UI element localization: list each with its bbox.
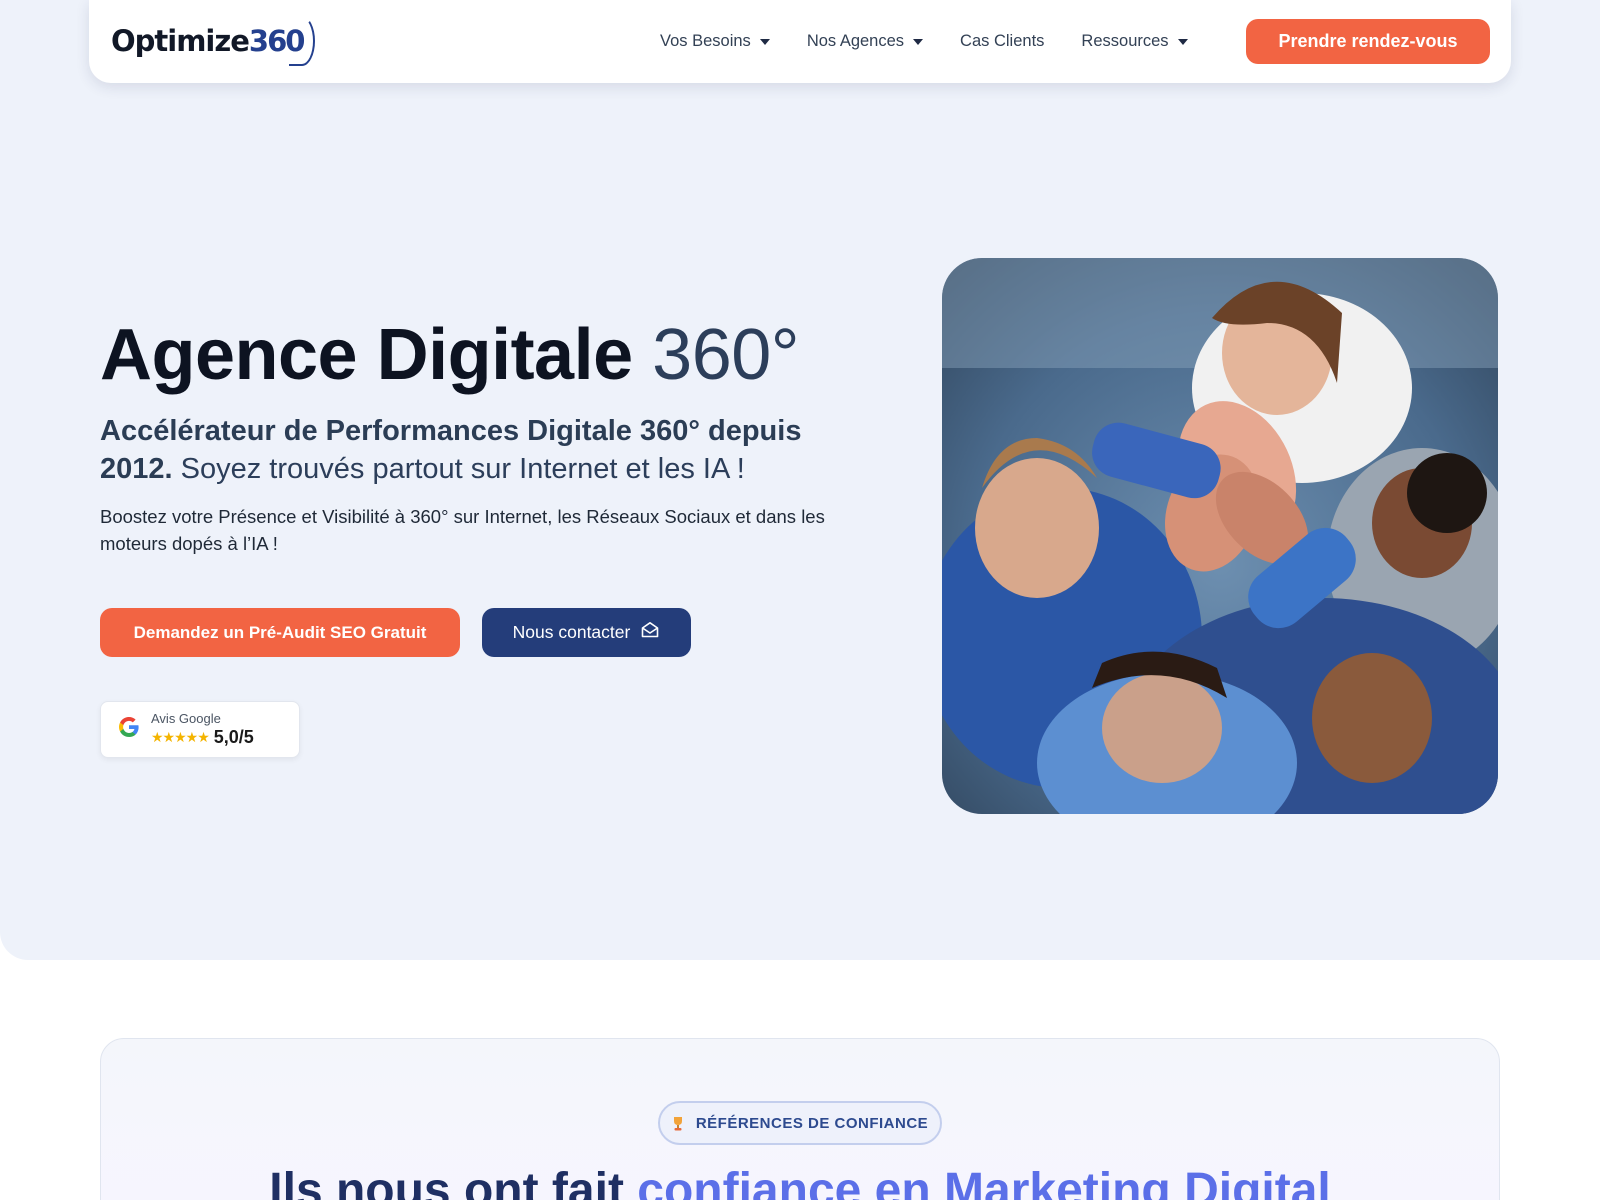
references-badge-label: RÉFÉRENCES DE CONFIANCE: [695, 1114, 929, 1132]
top-navbar: Optimize 360 Vos Besoins Nos Agences Cas…: [89, 0, 1511, 83]
nav-item-ressources[interactable]: Ressources: [1081, 31, 1188, 51]
hero-description: Boostez votre Présence et Visibilité à 3…: [100, 506, 825, 554]
nav-item-vos-besoins[interactable]: Vos Besoins: [660, 32, 770, 51]
review-label: Avis Google: [151, 711, 221, 726]
seo-audit-button[interactable]: Demandez un Pré-Audit SEO Gratuit: [100, 608, 460, 657]
contact-button-label: Nous contacter: [512, 622, 631, 642]
nav-item-label: Vos Besoins: [660, 31, 751, 50]
caret-down-icon: [1177, 39, 1188, 45]
page-title: Agence Digitale 360°: [100, 312, 800, 398]
nav-item-label: Cas Clients: [960, 31, 1045, 50]
logo-arc-icon: [289, 16, 316, 66]
google-g-icon: [117, 715, 141, 744]
trophy-icon: [672, 1116, 684, 1131]
caret-down-icon: [759, 39, 770, 45]
nav-item-nos-agences[interactable]: Nos Agences: [806, 31, 924, 51]
team-hero-image: [942, 258, 1498, 814]
rating-stars: ★★★★★: [151, 729, 210, 745]
review-rating-line: ★★★★★ 5,0/5: [151, 727, 254, 748]
references-badge: RÉFÉRENCES DE CONFIANCE: [658, 1101, 942, 1145]
hero-subtitle: Accélérateur de Performances Digitale 36…: [100, 412, 840, 488]
title-bold: Agence Digitale: [100, 315, 633, 395]
caret-down-icon: [913, 39, 924, 45]
references-heading: Ils nous ont fait confiance en Marketing…: [0, 1163, 1600, 1200]
google-review-badge[interactable]: Avis Google ★★★★★ 5,0/5: [100, 701, 300, 758]
nav-item-cas-clients[interactable]: Cas Clients: [960, 32, 1044, 51]
site-logo[interactable]: Optimize 360: [111, 16, 316, 66]
contact-button[interactable]: Nous contacter: [482, 608, 691, 657]
subtitle-rest: Soyez trouvés partout sur Internet et le…: [180, 453, 745, 485]
nav-item-label: Nos Agences: [806, 31, 905, 50]
nav-item-label: Ressources: [1081, 31, 1169, 50]
references-heading-start: Ils nous ont fait: [269, 1164, 624, 1200]
references-heading-highlight: confiance en Marketing Digital: [637, 1164, 1331, 1200]
book-appointment-button[interactable]: Prendre rendez-vous: [1246, 19, 1490, 64]
logo-word: Optimize: [111, 24, 250, 58]
rating-score: 5,0/5: [213, 727, 254, 747]
main-nav: Vos Besoins Nos Agences Cas Clients Ress…: [660, 26, 1225, 56]
envelope-open-icon: [640, 620, 660, 645]
title-light: 360°: [652, 315, 800, 395]
review-text: Avis Google ★★★★★ 5,0/5: [151, 711, 254, 748]
